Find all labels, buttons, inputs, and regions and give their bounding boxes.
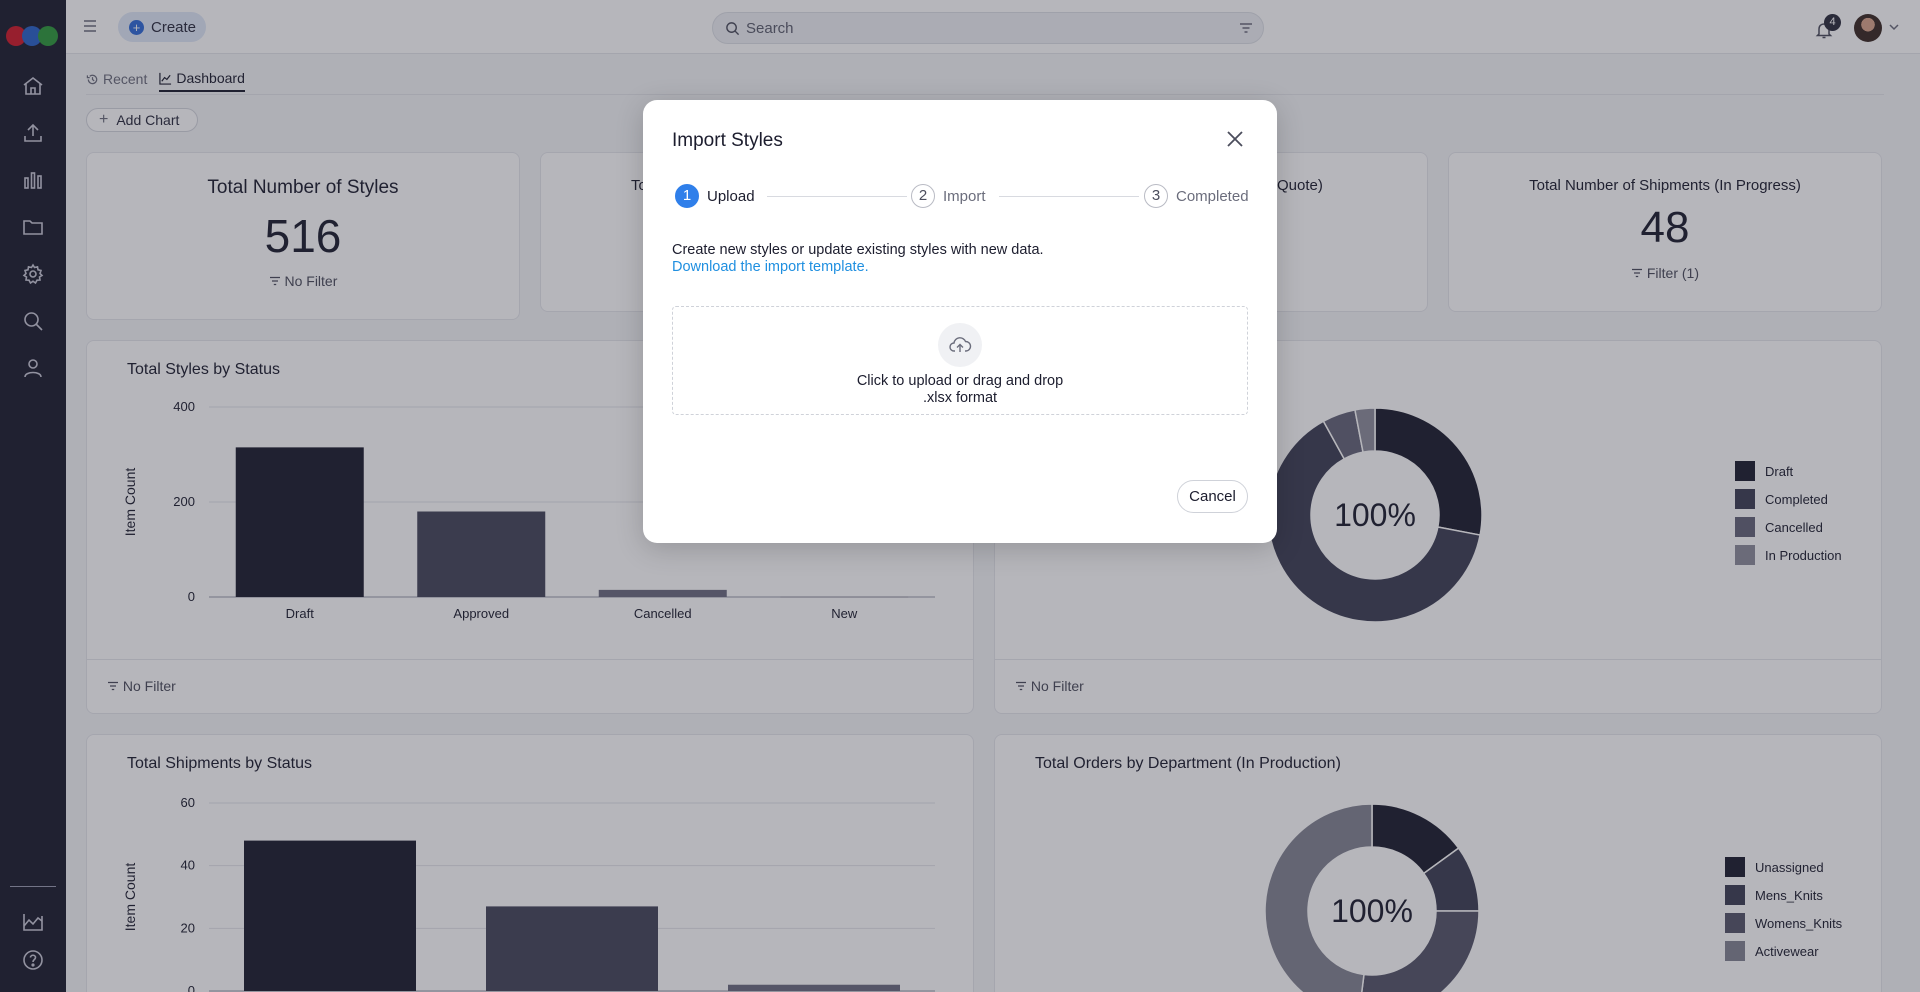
upload-text: Click to upload or drag and drop (856, 373, 1064, 389)
cancel-button[interactable]: Cancel (1177, 480, 1248, 513)
close-icon[interactable] (1225, 129, 1245, 149)
import-styles-dialog: Import Styles 1 Upload 2 Import 3 Comple… (643, 100, 1277, 543)
step-label: Import (943, 187, 986, 205)
download-template-link[interactable]: Download the import template. (672, 259, 869, 275)
step-import: 2 Import (911, 184, 986, 208)
dialog-title: Import Styles (672, 130, 783, 151)
step-upload: 1 Upload (675, 184, 755, 208)
step-label: Upload (707, 187, 755, 205)
file-upload-dropzone[interactable]: Click to upload or drag and drop .xlsx f… (672, 306, 1248, 415)
dialog-description: Create new styles or update existing sty… (672, 242, 1044, 258)
upload-instructions: Click to upload or drag and drop .xlsx f… (673, 373, 1247, 407)
step-completed: 3 Completed (1144, 184, 1249, 208)
step-connector (999, 196, 1139, 197)
cloud-upload-icon (938, 323, 982, 367)
step-number: 2 (911, 184, 935, 208)
upload-format: .xlsx format (922, 390, 998, 406)
step-number: 1 (675, 184, 699, 208)
step-connector (767, 196, 907, 197)
step-label: Completed (1176, 187, 1249, 205)
step-number: 3 (1144, 184, 1168, 208)
